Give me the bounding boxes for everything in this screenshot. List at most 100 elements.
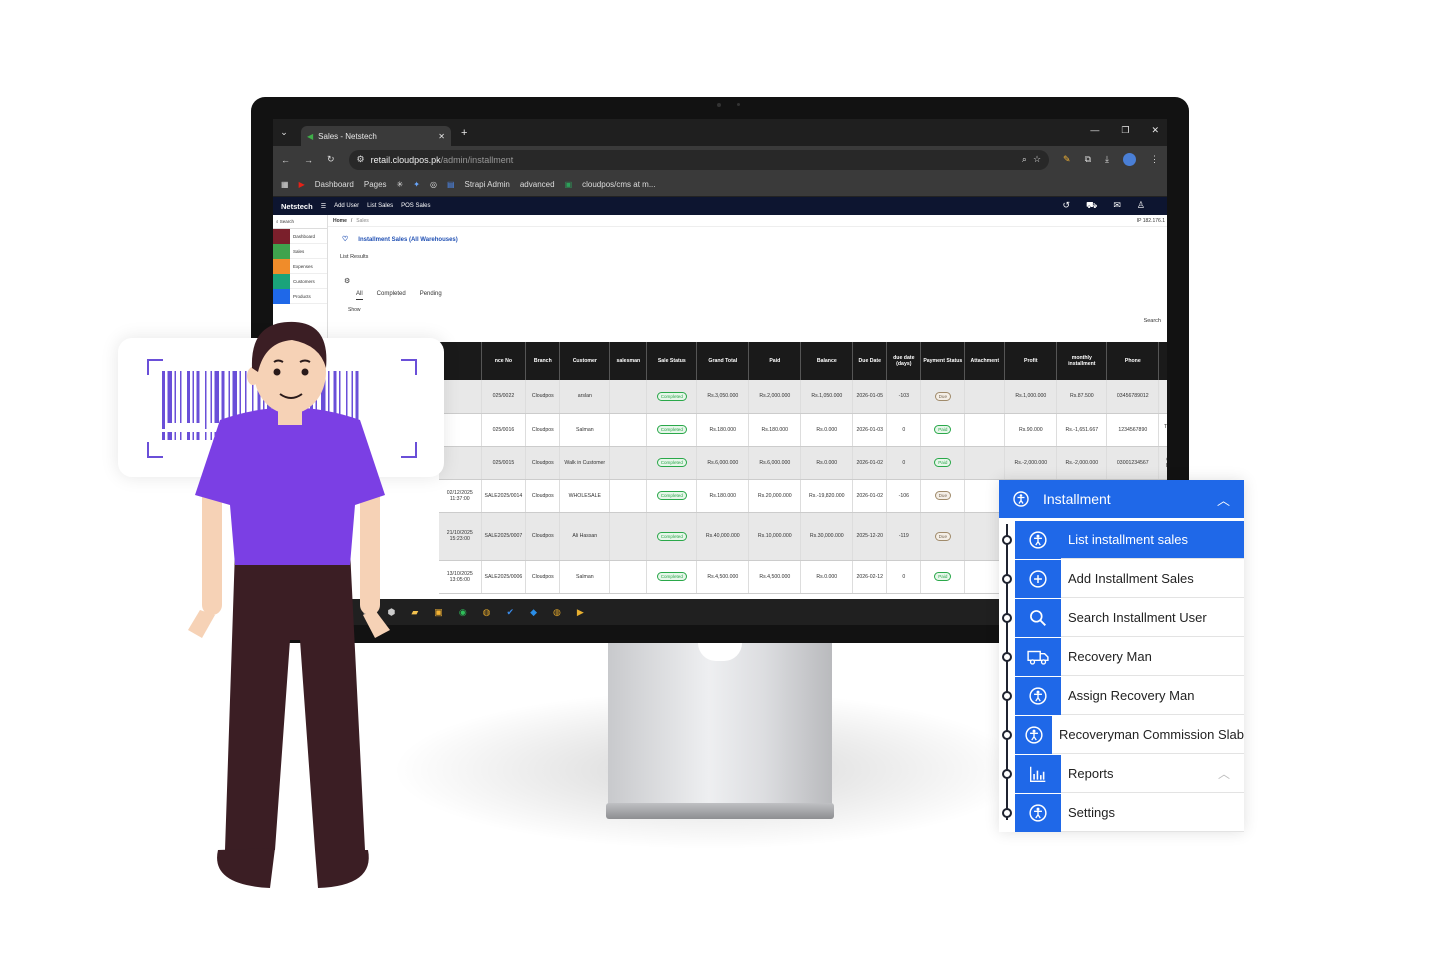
undo-icon[interactable]: ↺ [1063, 200, 1071, 212]
sheets-icon[interactable]: ▣ [565, 180, 573, 189]
back-icon[interactable]: ← [281, 155, 290, 165]
table-row[interactable]: 025/0015 Cloudpos Walk in Customer Complete… [439, 446, 1167, 480]
chevron-up-icon[interactable]: ︿ [1218, 765, 1230, 782]
menu-item-assign-recovery-man[interactable]: Assign Recovery Man [1015, 676, 1244, 715]
table-cell-monthly: Rs.-2,000.000 [1056, 446, 1108, 480]
table-header-cell[interactable]: nce No [481, 342, 527, 380]
tab-completed[interactable]: Completed [377, 291, 406, 300]
sidebar-color-icon [273, 228, 290, 244]
table-header-cell[interactable]: monthly installment [1056, 342, 1108, 380]
download-icon[interactable]: ⤓ [1105, 154, 1109, 165]
youtube-icon[interactable]: ▶ [299, 180, 305, 189]
bookmark-advanced[interactable]: advanced [520, 180, 555, 189]
table-header-cell[interactable]: Balance [800, 342, 854, 380]
table-header-cell[interactable] [439, 342, 482, 380]
tab-list-icon[interactable]: ⌄ [273, 127, 295, 138]
monitor-stand [608, 643, 832, 805]
sidebar-item-customers[interactable]: Customers [273, 273, 327, 289]
close-window-icon[interactable]: ✕ [1151, 125, 1159, 136]
heart-icon[interactable]: ♡ [342, 236, 348, 243]
table-header-cell[interactable]: Paid [748, 342, 802, 380]
sidebar-search[interactable]: ⌕ Search [273, 215, 327, 229]
mail-icon[interactable]: ✉ [1113, 200, 1121, 212]
breadcrumb-home[interactable]: Home [333, 218, 347, 224]
bookmark-dashboard[interactable]: Dashboard [315, 180, 354, 189]
table-header-cell[interactable]: Grand Total [696, 342, 750, 380]
sparkle-icon[interactable]: ✳ [397, 180, 404, 189]
table-cell-ref: SALE2025/0006 [481, 560, 527, 594]
extensions-icon[interactable]: ⧉ [1085, 154, 1091, 165]
toplink-add-user[interactable]: Add User [334, 203, 359, 209]
hamburger-icon[interactable]: ☰ [321, 203, 326, 210]
table-cell-phone: 03456789012 [1106, 380, 1160, 414]
user-icon[interactable]: ♙ [1137, 200, 1145, 212]
toplink-pos-sales[interactable]: POS Sales [401, 203, 430, 209]
table-header-row: nce No Branch Customer salesman Sale Status G… [439, 342, 1167, 380]
reload-icon[interactable]: ↻ [327, 154, 335, 165]
menu-item-reports[interactable]: Reports ︿ [1015, 754, 1244, 793]
table-cell-paid: Rs.2,000.000 [748, 380, 802, 414]
forward-icon[interactable]: → [304, 155, 313, 165]
table-header-cell[interactable]: Due Date [852, 342, 888, 380]
browser-tab[interactable]: ◀ Sales - Netstech ✕ [301, 126, 451, 146]
media-icon[interactable]: ▶ [577, 607, 584, 618]
sidebar-item-products[interactable]: Products [273, 288, 327, 304]
table-header-cell[interactable]: Attachment [964, 342, 1006, 380]
tab-all[interactable]: All [356, 291, 363, 300]
table-cell-profit: Rs.90.000 [1004, 413, 1058, 447]
table-row[interactable]: 025/0022 Cloudpos arslan Completed Rs.3,050.… [439, 380, 1167, 414]
chevron-up-icon[interactable]: ︿ [1217, 490, 1230, 509]
sidebar-item-sales[interactable]: Sales [273, 243, 327, 259]
tab-pending[interactable]: Pending [420, 291, 442, 300]
settings-gear-icon[interactable]: ⚙ [344, 277, 1167, 285]
table-header-cell[interactable]: Branch [525, 342, 561, 380]
menu-item-list-installment-sales[interactable]: List installment sales [1015, 520, 1244, 559]
openai-icon[interactable]: ◎ [430, 180, 437, 189]
menu-item-label: List installment sales [1068, 532, 1188, 547]
table-header-cell[interactable]: Profit [1004, 342, 1058, 380]
chrome-active-icon[interactable]: ◍ [553, 607, 561, 618]
docs-icon[interactable]: ▤ [447, 180, 455, 189]
table-header-cell[interactable]: due date (days) [886, 342, 922, 380]
tab-close-icon[interactable]: ✕ [438, 132, 445, 141]
bookmark-github[interactable]: cloudpos/cms at m... [582, 180, 655, 189]
menu-dots-icon[interactable]: ⋮ [1150, 154, 1159, 165]
table-header-cell[interactable]: Sale Status [646, 342, 698, 380]
chrome-icon[interactable]: ◍ [483, 607, 491, 618]
table-cell-paid: Rs.10,000.000 [748, 512, 802, 561]
star-icon[interactable]: ☆ [1033, 154, 1041, 165]
table-header-cell[interactable]: Payment Status [920, 342, 966, 380]
minimize-icon[interactable]: — [1090, 125, 1099, 136]
restore-icon[interactable]: ❐ [1121, 125, 1129, 136]
table-cell-paid: Rs.20,000.000 [748, 479, 802, 513]
bookmark-pages[interactable]: Pages [364, 180, 387, 189]
zoom-icon[interactable]: ⌕ [1022, 154, 1027, 165]
table-cell-days: 0 [886, 560, 922, 594]
gem-icon[interactable]: ✦ [413, 180, 420, 189]
vscode-icon[interactable]: ◆ [530, 607, 537, 618]
toplink-list-sales[interactable]: List Sales [367, 203, 393, 209]
table-row[interactable]: 025/0016 Cloudpos Salman Completed Rs.180.00… [439, 413, 1167, 447]
menu-item-search-installment-user[interactable]: Search Installment User [1015, 598, 1244, 637]
site-info-icon[interactable]: ⚙ [357, 154, 365, 165]
cart-icon[interactable]: ⛟ [1086, 200, 1097, 212]
sidebar-item-dashboard[interactable]: Dashboard [273, 228, 327, 244]
menu-header[interactable]: Installment ︿ [999, 480, 1244, 518]
bookmark-strapi[interactable]: Strapi Admin [465, 180, 510, 189]
table-header-cell[interactable]: Customer [559, 342, 611, 380]
menu-item-settings[interactable]: Settings [1015, 793, 1244, 832]
whatsapp-icon[interactable]: ◉ [459, 607, 467, 618]
url-field[interactable]: ⚙ retail.cloudpos.pk/admin/installment ⌕… [348, 149, 1050, 170]
menu-item-recoveryman-commission-slab[interactable]: Recoveryman Commission Slab [1015, 715, 1244, 754]
table-header-cell[interactable]: Phone [1106, 342, 1160, 380]
todo-icon[interactable]: ✔ [507, 607, 515, 618]
apps-grid-icon[interactable]: ▦ [281, 180, 289, 189]
new-tab-icon[interactable]: + [461, 127, 467, 139]
table-header-cell[interactable]: salesman [609, 342, 648, 380]
pen-icon[interactable]: ✎ [1063, 154, 1071, 165]
profile-avatar[interactable] [1123, 153, 1136, 166]
table-header-cell[interactable]: Products [1158, 342, 1167, 380]
sidebar-item-expenses[interactable]: Expenses [273, 258, 327, 274]
menu-item-add-installment-sales[interactable]: Add Installment Sales [1015, 559, 1244, 598]
menu-item-recovery-man[interactable]: Recovery Man [1015, 637, 1244, 676]
